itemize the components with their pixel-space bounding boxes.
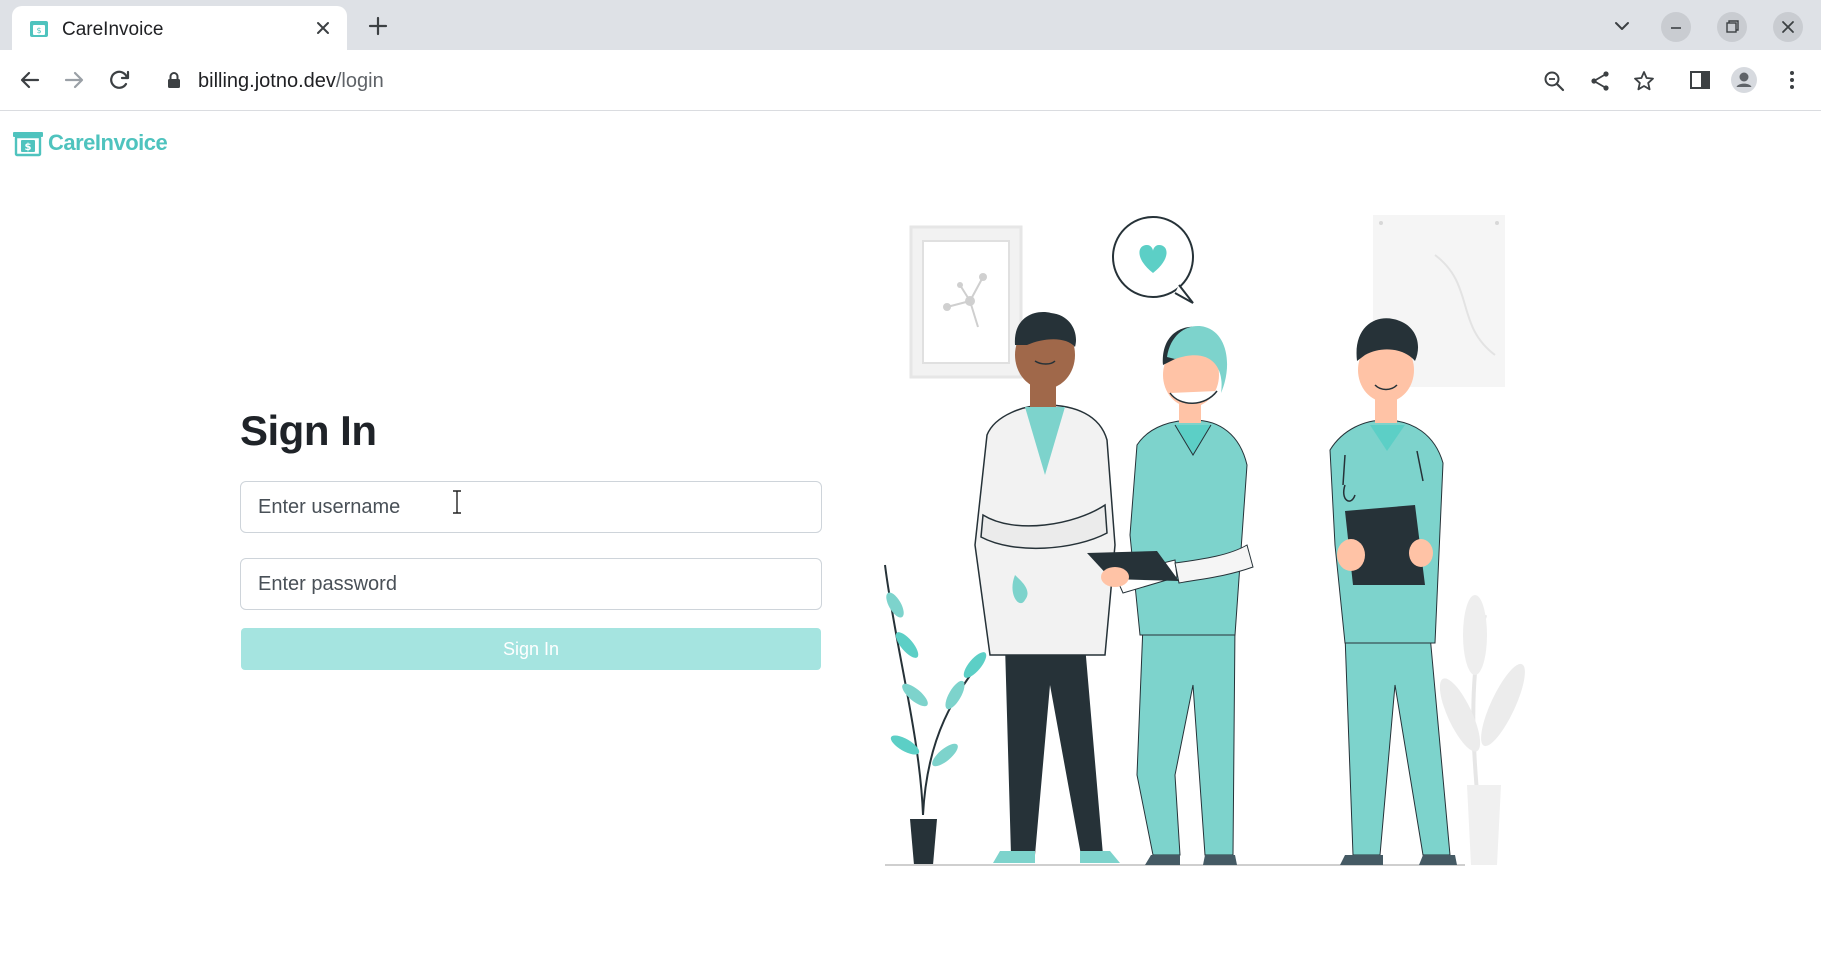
browser-tabstrip: $ CareInvoice	[0, 0, 1821, 50]
browser-toolbar: billing.jotno.dev/login	[0, 50, 1821, 111]
invoice-favicon-icon: $	[30, 21, 48, 37]
lock-icon[interactable]	[166, 71, 182, 89]
reload-icon[interactable]	[106, 66, 134, 94]
plus-icon[interactable]	[364, 12, 392, 40]
username-input[interactable]	[240, 481, 822, 533]
kebab-menu-icon[interactable]	[1778, 66, 1806, 94]
picture-frame-left	[909, 225, 1023, 379]
profile-icon[interactable]	[1730, 66, 1758, 94]
url-path: /login	[335, 70, 384, 92]
doctor-figure	[974, 312, 1120, 863]
page-title: Sign In	[240, 407, 377, 454]
share-icon[interactable]	[1588, 69, 1612, 93]
medical-staff-illustration	[884, 215, 1525, 866]
tab-title: CareInvoice	[62, 19, 164, 40]
zoom-out-icon[interactable]	[1542, 69, 1566, 93]
side-panel-icon[interactable]	[1686, 66, 1714, 94]
text-cursor-icon	[453, 490, 461, 514]
svg-text:$: $	[25, 142, 32, 153]
address-bar[interactable]: billing.jotno.dev/login	[152, 57, 1654, 103]
window-close-button[interactable]	[1773, 12, 1803, 42]
heart-speech-bubble	[1112, 216, 1194, 304]
potted-plant-left	[884, 564, 987, 865]
chevron-down-icon[interactable]	[1610, 14, 1634, 38]
nurse-clipboard-figure	[1329, 318, 1457, 865]
brand-logo[interactable]: $ CareInvoice	[12, 127, 168, 159]
forward-arrow-icon[interactable]	[60, 66, 88, 94]
restore-button[interactable]	[1717, 12, 1747, 42]
url-host: billing.jotno.dev	[198, 70, 336, 92]
url-text[interactable]: billing.jotno.dev/login	[198, 70, 384, 93]
minimize-button[interactable]	[1661, 12, 1691, 42]
restore-icon	[1726, 20, 1739, 33]
back-arrow-icon[interactable]	[16, 66, 44, 94]
close-icon[interactable]	[311, 16, 335, 40]
login-page: $ CareInvoice Sign In Sign In	[0, 111, 1821, 967]
password-input[interactable]	[240, 558, 822, 610]
svg-text:$: $	[36, 26, 41, 35]
minimize-icon	[1671, 27, 1681, 29]
browser-tab[interactable]: $ CareInvoice	[12, 6, 347, 50]
sign-in-button[interactable]: Sign In	[241, 628, 821, 670]
brand-name: CareInvoice	[48, 130, 168, 155]
invoice-logo-icon: $	[13, 132, 43, 157]
close-icon	[1782, 21, 1794, 33]
star-icon[interactable]	[1632, 69, 1656, 93]
nurse-figure	[1087, 326, 1254, 865]
